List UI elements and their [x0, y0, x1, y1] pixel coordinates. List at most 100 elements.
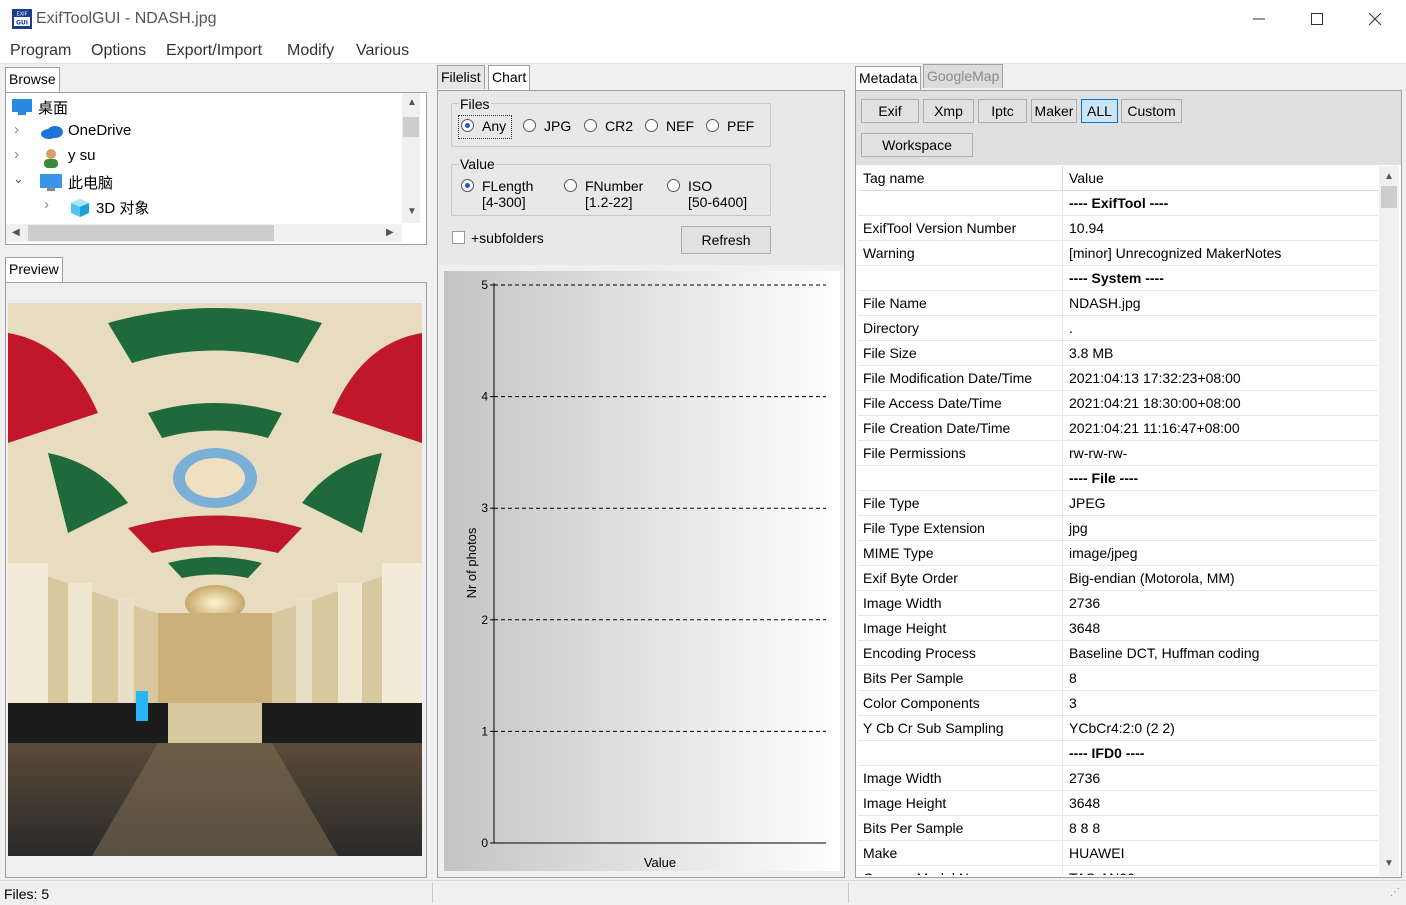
table-row[interactable]: ExifTool Version Number 10.94: [858, 216, 1378, 241]
tab-preview[interactable]: Preview: [5, 257, 63, 283]
chevron-right-icon[interactable]: ›: [44, 196, 49, 213]
filter-custom-button[interactable]: Custom: [1121, 99, 1182, 123]
tab-googlemap[interactable]: GoogleMap: [923, 64, 1004, 88]
subfolders-checkbox[interactable]: [452, 231, 465, 244]
files-radio-jpg[interactable]: [523, 119, 536, 132]
scroll-up-icon[interactable]: ▲: [1384, 171, 1394, 182]
filter-xmp-button[interactable]: Xmp: [923, 99, 974, 123]
table-row[interactable]: Y Cb Cr Sub Sampling YCbCr4:2:0 (2 2): [858, 716, 1378, 741]
table-row[interactable]: File Creation Date/Time 2021:04:21 11:16:…: [858, 416, 1378, 441]
value-cell: 3: [1069, 695, 1077, 711]
table-row[interactable]: File Access Date/Time 2021:04:21 18:30:00…: [858, 391, 1378, 416]
close-button[interactable]: [1346, 0, 1404, 38]
tag-name-cell: File Modification Date/Time: [863, 370, 1033, 386]
filter-iptc-button[interactable]: Iptc: [978, 99, 1027, 123]
section-header-row[interactable]: ---- File ----: [858, 466, 1378, 491]
tree-vscrollbar[interactable]: ▲ ▼: [402, 93, 420, 223]
column-divider[interactable]: [1062, 166, 1063, 191]
maximize-button[interactable]: [1288, 0, 1346, 38]
table-row[interactable]: Make HUAWEI: [858, 841, 1378, 866]
scroll-thumb[interactable]: [1381, 186, 1397, 208]
table-row[interactable]: File Size 3.8 MB: [858, 341, 1378, 366]
tab-chart[interactable]: Chart: [488, 65, 531, 91]
menu-export-import[interactable]: Export/Import: [166, 42, 262, 60]
tag-name-cell: Exif Byte Order: [863, 570, 958, 586]
table-row[interactable]: Image Height 3648: [858, 616, 1378, 641]
table-row[interactable]: Directory.: [858, 316, 1378, 341]
scroll-down-icon[interactable]: ▼: [407, 206, 417, 217]
table-row[interactable]: File Type JPEG: [858, 491, 1378, 516]
cell-divider: [1062, 841, 1063, 866]
cell-divider: [1062, 541, 1063, 566]
table-row[interactable]: File Permissions rw-rw-rw-: [858, 441, 1378, 466]
section-header-row[interactable]: ---- System ----: [858, 266, 1378, 291]
x-axis-label: Value: [644, 855, 676, 870]
workspace-button[interactable]: Workspace: [861, 133, 973, 157]
tab-filelist[interactable]: Filelist: [437, 65, 485, 89]
table-row[interactable]: Color Components 3: [858, 691, 1378, 716]
column-value[interactable]: Value: [1069, 170, 1104, 186]
filter-maker-button[interactable]: Maker: [1031, 99, 1077, 123]
table-row[interactable]: Camera Model Name TAS-AN00: [858, 866, 1378, 875]
table-row[interactable]: Image Height 3648: [858, 791, 1378, 816]
chevron-right-icon[interactable]: ›: [14, 146, 19, 163]
table-row[interactable]: Bits Per Sample 8 8 8: [858, 816, 1378, 841]
value-cell: 2021:04:21 11:16:47+08:00: [1069, 420, 1240, 436]
files-radio-cr2[interactable]: [584, 119, 597, 132]
table-row[interactable]: Warning [minor] Unrecognized MakerNotes: [858, 241, 1378, 266]
value-cell: 2021:04:21 18:30:00+08:00: [1069, 395, 1241, 411]
menu-modify[interactable]: Modify: [287, 42, 334, 60]
value-cell: ---- ExifTool ----: [1069, 195, 1169, 211]
value-cell: rw-rw-rw-: [1069, 445, 1128, 461]
refresh-button[interactable]: Refresh: [681, 226, 771, 254]
chevron-right-icon[interactable]: ›: [14, 121, 19, 138]
value-cell: [minor] Unrecognized MakerNotes: [1069, 245, 1282, 261]
tree-hscrollbar[interactable]: ◀ ▶: [6, 224, 402, 242]
table-row[interactable]: Image Width 2736: [858, 766, 1378, 791]
table-row[interactable]: Image Width 2736: [858, 591, 1378, 616]
filter-all-button[interactable]: ALL: [1081, 99, 1118, 123]
resize-grip-icon[interactable]: ⋰: [1390, 887, 1400, 898]
menu-various[interactable]: Various: [356, 42, 409, 60]
scroll-thumb[interactable]: [28, 225, 274, 241]
cell-divider: [1062, 791, 1063, 816]
value-cell: 8: [1069, 670, 1077, 686]
files-radio-any[interactable]: [461, 119, 474, 132]
table-row[interactable]: File Type Extension jpg: [858, 516, 1378, 541]
table-row[interactable]: Exif Byte Order Big-endian (Motorola, MM): [858, 566, 1378, 591]
scroll-thumb[interactable]: [403, 117, 419, 137]
value-radio-fnumber[interactable]: [564, 179, 577, 192]
metadata-table: ---- ExifTool ---- ExifTool Version Numbe…: [858, 191, 1378, 875]
metadata-vscrollbar[interactable]: ▲ ▼: [1379, 166, 1399, 876]
value-label-fnumber: FNumber: [585, 178, 644, 194]
column-tag-name[interactable]: Tag name: [863, 170, 924, 186]
menu-program[interactable]: Program: [10, 42, 71, 60]
files-radio-pef[interactable]: [706, 119, 719, 132]
value-radio-iso[interactable]: [667, 179, 680, 192]
scroll-right-icon[interactable]: ▶: [386, 227, 394, 238]
minimize-button[interactable]: [1230, 0, 1288, 38]
section-header-row[interactable]: ---- IFD0 ----: [858, 741, 1378, 766]
table-row[interactable]: File Modification Date/Time 2021:04:13 17…: [858, 366, 1378, 391]
tab-browse[interactable]: Browse: [5, 67, 60, 93]
table-row[interactable]: File Name NDASH.jpg: [858, 291, 1378, 316]
chevron-down-icon[interactable]: ⌄: [13, 171, 24, 187]
table-row[interactable]: MIME Type image/jpeg: [858, 541, 1378, 566]
scroll-left-icon[interactable]: ◀: [12, 227, 20, 238]
computer-icon: [40, 174, 62, 191]
tab-metadata[interactable]: Metadata: [855, 66, 922, 92]
cell-divider: [1062, 416, 1063, 441]
value-radio-flength[interactable]: [461, 179, 474, 192]
cell-divider: [1062, 616, 1063, 641]
files-radio-nef[interactable]: [645, 119, 658, 132]
section-header-row[interactable]: ---- ExifTool ----: [858, 191, 1378, 216]
filter-exif-button[interactable]: Exif: [861, 99, 919, 123]
menu-options[interactable]: Options: [91, 42, 146, 60]
table-row[interactable]: Bits Per Sample 8: [858, 666, 1378, 691]
table-row[interactable]: Encoding Process Baseline DCT, Huffman co…: [858, 641, 1378, 666]
scroll-down-icon[interactable]: ▼: [1384, 858, 1394, 869]
y-tick-label: 3: [481, 501, 488, 515]
value-cell: 2021:04:13 17:32:23+08:00: [1069, 370, 1241, 386]
scroll-up-icon[interactable]: ▲: [407, 97, 417, 108]
tag-name-cell: File Name: [863, 295, 927, 311]
